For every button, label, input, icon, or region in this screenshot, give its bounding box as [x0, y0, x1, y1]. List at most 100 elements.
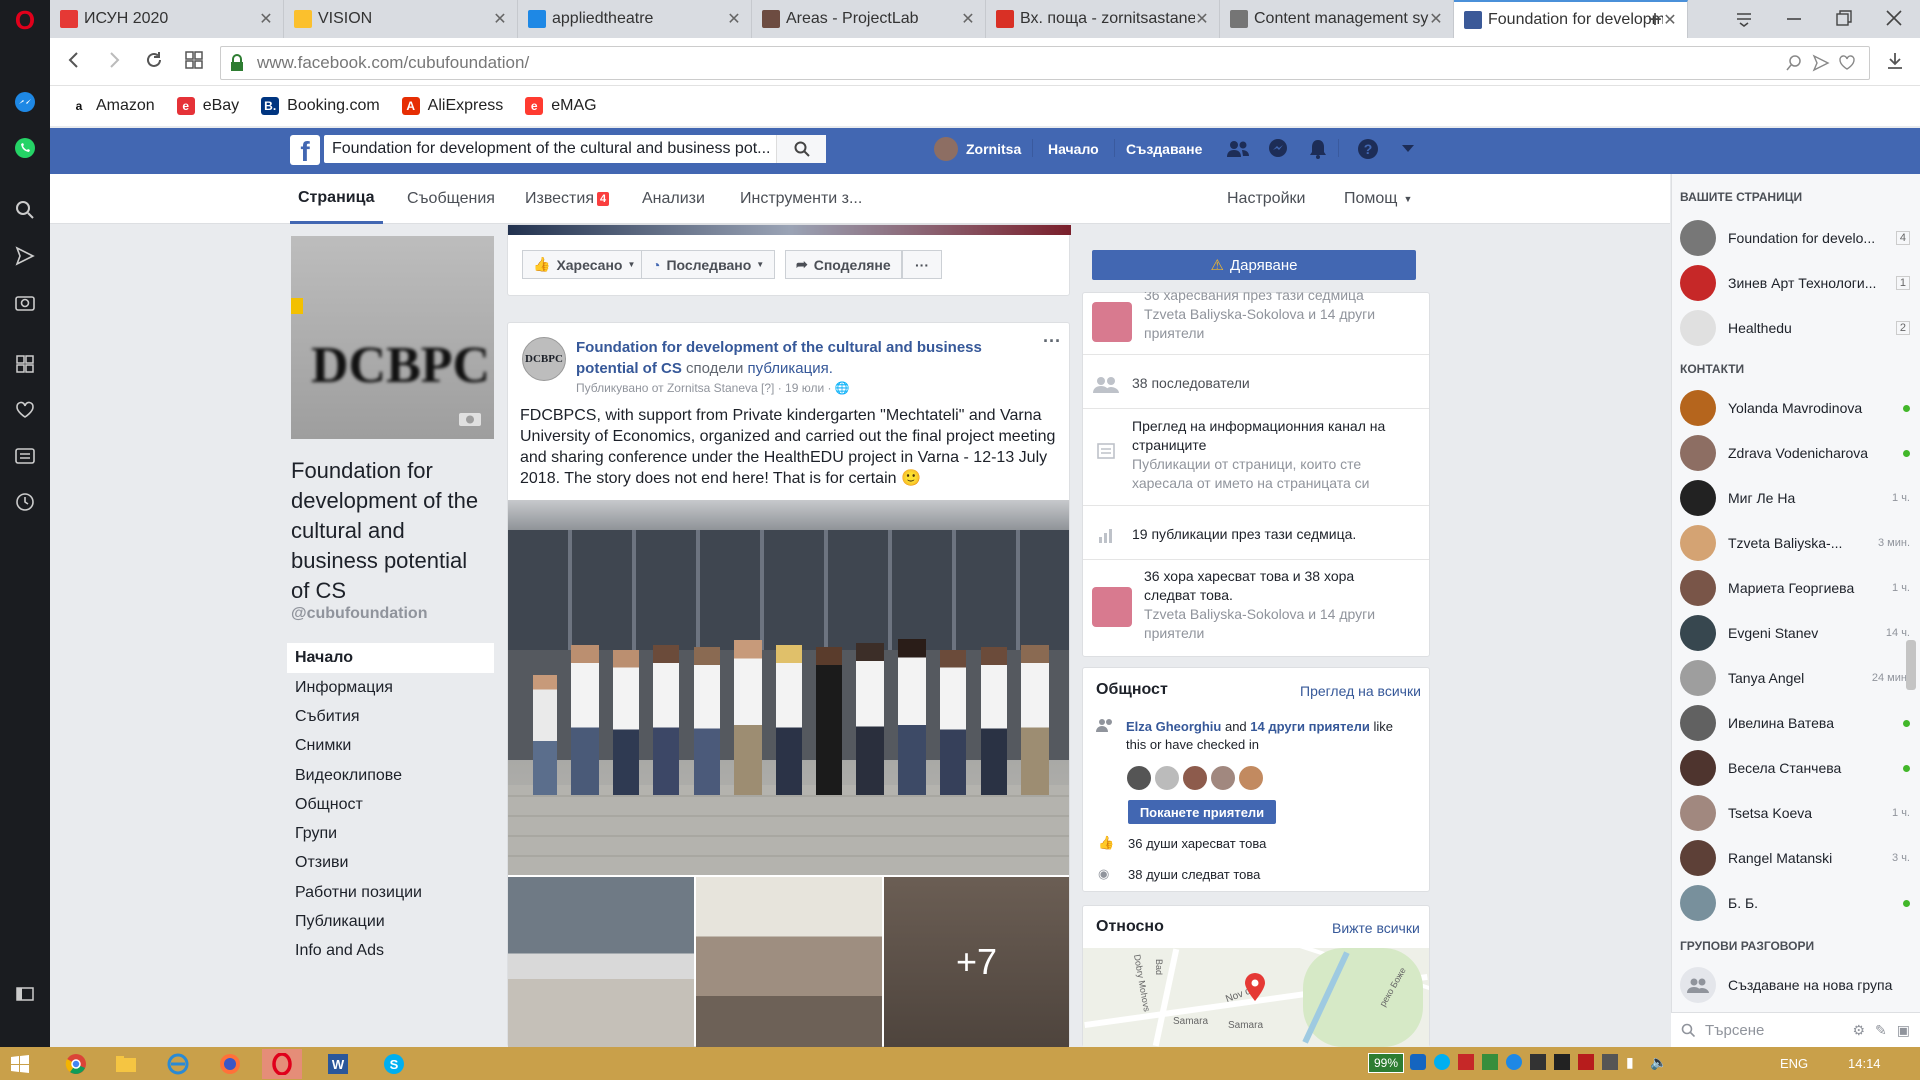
- tab[interactable]: Content management sys ✕: [1220, 0, 1454, 38]
- help-icon[interactable]: ?: [1357, 138, 1379, 160]
- chat-search-input[interactable]: Търсене ⚙ ✎ ▣: [1671, 1012, 1920, 1047]
- firefox-icon[interactable]: [210, 1049, 250, 1079]
- close-tab-icon[interactable]: ✕: [1429, 9, 1443, 29]
- left-menu-item[interactable]: Снимки: [287, 732, 494, 761]
- tab-help[interactable]: Помощ ▼: [1344, 174, 1412, 224]
- battery-indicator[interactable]: 99%: [1368, 1053, 1404, 1073]
- post-main-photo[interactable]: [508, 500, 1069, 875]
- bookmark-item[interactable]: e eMAG: [525, 97, 597, 115]
- close-tab-icon[interactable]: ✕: [1663, 10, 1677, 30]
- share-button[interactable]: ➦ Споделяне: [785, 250, 902, 279]
- contact-item[interactable]: Tsetsa Koeva 1 ч.: [1680, 793, 1910, 833]
- create-link[interactable]: Създаване: [1126, 141, 1202, 157]
- your-page-item[interactable]: Foundation for develo... 4: [1680, 218, 1910, 258]
- reload-icon[interactable]: [144, 50, 164, 70]
- contact-item[interactable]: Rangel Matanski 3 ч.: [1680, 838, 1910, 878]
- search-button[interactable]: [776, 135, 826, 163]
- tab-insights[interactable]: Анализи: [642, 174, 705, 224]
- bookmark-heart-icon[interactable]: [1838, 54, 1856, 72]
- left-menu-item[interactable]: Общност: [287, 790, 494, 819]
- donate-button[interactable]: ⚠ Даряване: [1092, 250, 1416, 280]
- send-icon[interactable]: [13, 244, 37, 268]
- tray-app-icon[interactable]: [1458, 1054, 1474, 1070]
- news-icon[interactable]: [13, 444, 37, 468]
- minimize-icon[interactable]: [1784, 8, 1804, 28]
- invite-friends-button[interactable]: Поканете приятели: [1128, 800, 1276, 824]
- chrome-icon[interactable]: [56, 1049, 96, 1079]
- messenger-icon[interactable]: [1267, 138, 1289, 160]
- home-link[interactable]: Начало: [1048, 141, 1099, 157]
- word-icon[interactable]: W: [318, 1049, 358, 1079]
- page-profile-picture[interactable]: DCBPC: [291, 236, 494, 439]
- network-icon[interactable]: ▮: [1626, 1054, 1642, 1070]
- clock[interactable]: 14:14: [1848, 1056, 1881, 1071]
- new-tab-button[interactable]: +: [1648, 6, 1662, 34]
- speed-dial-icon[interactable]: [13, 352, 37, 376]
- tab-settings[interactable]: Настройки: [1227, 174, 1305, 224]
- tray-app-icon[interactable]: [1554, 1054, 1570, 1070]
- windows-start-icon[interactable]: [0, 1049, 40, 1079]
- restore-icon[interactable]: [1834, 8, 1854, 28]
- url-input[interactable]: www.facebook.com/cubufoundation/: [220, 46, 1870, 80]
- tab-menu-icon[interactable]: [1734, 8, 1754, 28]
- skype-icon[interactable]: S: [374, 1049, 414, 1079]
- left-menu-item[interactable]: Info and Ads: [287, 937, 494, 966]
- tab[interactable]: Вх. поща - zornitsastane ✕: [986, 0, 1220, 38]
- compose-icon[interactable]: ✎: [1875, 1022, 1887, 1039]
- heart-icon[interactable]: [13, 398, 37, 422]
- left-menu-item[interactable]: Публикации: [287, 907, 494, 936]
- tray-app-icon[interactable]: [1506, 1054, 1522, 1070]
- file-explorer-icon[interactable]: [106, 1049, 146, 1079]
- tray-app-icon[interactable]: [1410, 1054, 1426, 1070]
- camera-icon[interactable]: [13, 290, 37, 314]
- tab[interactable]: appliedtheatre ✕: [518, 0, 752, 38]
- close-tab-icon[interactable]: ✕: [493, 9, 507, 29]
- post-photo-3[interactable]: [696, 877, 882, 1047]
- left-menu-item[interactable]: Отзиви: [287, 849, 494, 878]
- tray-app-icon[interactable]: [1530, 1054, 1546, 1070]
- zoom-search-icon[interactable]: [1785, 54, 1803, 72]
- left-menu-item[interactable]: Събития: [287, 702, 494, 731]
- location-map[interactable]: Samara Nov den Samara Bad Dobry Mohovs р…: [1083, 948, 1429, 1047]
- following-button[interactable]: ◔ Последвано ▼: [641, 250, 776, 279]
- sidebar-toggle-icon[interactable]: [13, 982, 37, 1006]
- share-send-icon[interactable]: [1812, 54, 1830, 72]
- post-photo-2[interactable]: [508, 877, 694, 1047]
- bookmark-item[interactable]: A AliExpress: [401, 97, 503, 115]
- tray-skype-icon[interactable]: [1434, 1054, 1450, 1070]
- messenger-icon[interactable]: [13, 90, 37, 114]
- contact-item[interactable]: Миг Ле На 1 ч.: [1680, 478, 1910, 518]
- search-icon[interactable]: [13, 198, 37, 222]
- community-see-all-link[interactable]: Преглед на всички: [1300, 683, 1421, 699]
- tab[interactable]: VISION ✕: [284, 0, 518, 38]
- tab-page[interactable]: Страница: [290, 174, 383, 224]
- more-photos-overlay[interactable]: +7: [884, 877, 1069, 1047]
- left-menu-item[interactable]: Групи: [287, 819, 494, 848]
- tab[interactable]: ИСУН 2020 ✕: [50, 0, 284, 38]
- byline-help[interactable]: [?]: [761, 381, 774, 395]
- chat-scrollbar[interactable]: [1906, 640, 1916, 690]
- contact-item[interactable]: Ивелина Ватева: [1680, 703, 1910, 743]
- volume-icon[interactable]: 🔈: [1650, 1054, 1667, 1070]
- tray-app-icon[interactable]: [1602, 1054, 1618, 1070]
- profile-link[interactable]: Zornitsa: [934, 137, 1021, 161]
- opera-logo-icon[interactable]: O: [13, 5, 37, 35]
- post-options-icon[interactable]: ···: [1043, 331, 1061, 352]
- contact-item[interactable]: Yolanda Mavrodinova: [1680, 388, 1910, 428]
- left-menu-item[interactable]: Видеоклипове: [287, 761, 494, 790]
- contact-item[interactable]: Весела Станчева: [1680, 748, 1910, 788]
- tab[interactable]: Areas - ProjectLab ✕: [752, 0, 986, 38]
- friend-requests-icon[interactable]: [1226, 139, 1250, 159]
- your-page-item[interactable]: Зинев Арт Технологи... 1: [1680, 263, 1910, 303]
- your-page-item[interactable]: Healthedu 2: [1680, 308, 1910, 348]
- opera-taskbar-icon[interactable]: [262, 1049, 302, 1079]
- facebook-logo-icon[interactable]: f: [290, 135, 320, 167]
- close-tab-icon[interactable]: ✕: [259, 9, 273, 29]
- forward-icon[interactable]: [104, 50, 124, 70]
- tray-app-icon[interactable]: [1578, 1054, 1594, 1070]
- back-icon[interactable]: [64, 50, 84, 70]
- more-options-button[interactable]: ···: [902, 250, 942, 279]
- notifications-icon[interactable]: [1308, 138, 1328, 160]
- pages-feed-row[interactable]: Преглед на информационния канал на стран…: [1092, 417, 1412, 493]
- close-tab-icon[interactable]: ✕: [727, 9, 741, 29]
